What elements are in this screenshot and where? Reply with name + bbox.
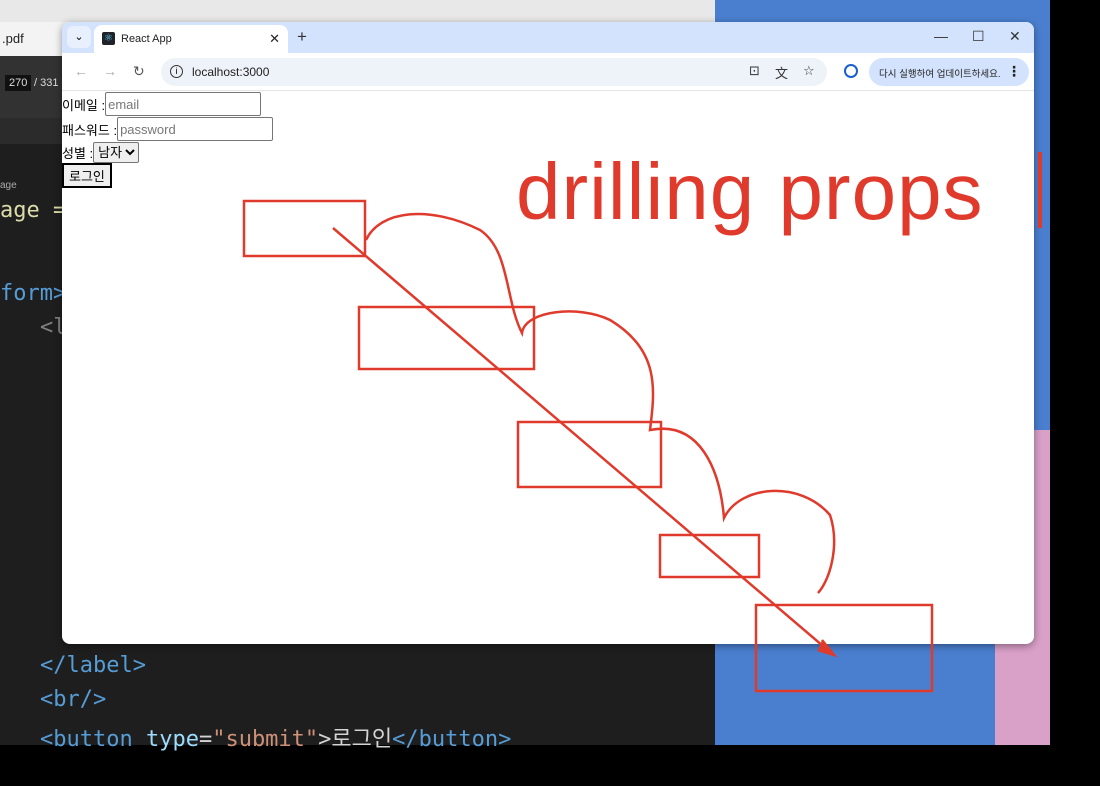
annotation-box	[516, 420, 663, 489]
annotation-text: drilling props	[516, 147, 984, 236]
annotation-box	[754, 603, 934, 693]
annotation-arrow-line	[332, 227, 831, 653]
annotation-box	[357, 305, 536, 371]
annotation-box	[242, 199, 367, 258]
annotation-box	[658, 533, 761, 579]
annotation-curve	[364, 212, 836, 594]
annotation-drawing	[242, 152, 1042, 693]
